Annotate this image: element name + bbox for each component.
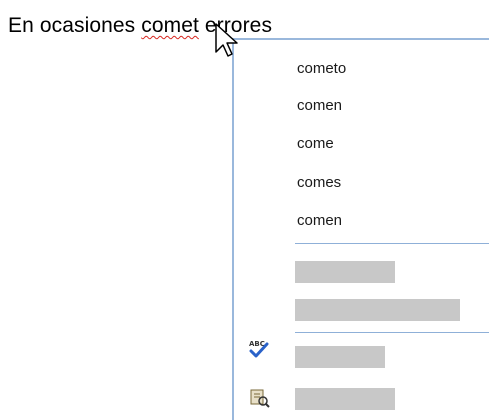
- document-text-before: En ocasiones: [8, 14, 142, 37]
- suggestion-item-2[interactable]: comen: [297, 97, 342, 114]
- suggestion-item-4[interactable]: comes: [297, 174, 341, 191]
- menu-separator: [295, 243, 489, 244]
- misspelled-word[interactable]: comet: [141, 14, 199, 37]
- mouse-cursor-icon: [215, 23, 238, 57]
- spelling-context-menu: cometo comen come comes comen ABC: [232, 38, 489, 420]
- suggestion-item-1[interactable]: cometo: [297, 60, 346, 77]
- suggestion-item-3[interactable]: come: [297, 135, 334, 152]
- menu-item-placeholder[interactable]: [295, 388, 395, 410]
- suggestion-item-5[interactable]: comen: [297, 212, 342, 229]
- spellcheck-abc-icon: ABC: [249, 340, 269, 358]
- menu-separator: [295, 332, 489, 333]
- menu-item-placeholder[interactable]: [295, 261, 395, 283]
- menu-item-placeholder[interactable]: [295, 346, 385, 368]
- menu-item-placeholder[interactable]: [295, 299, 460, 321]
- language-tools-icon: [250, 389, 270, 408]
